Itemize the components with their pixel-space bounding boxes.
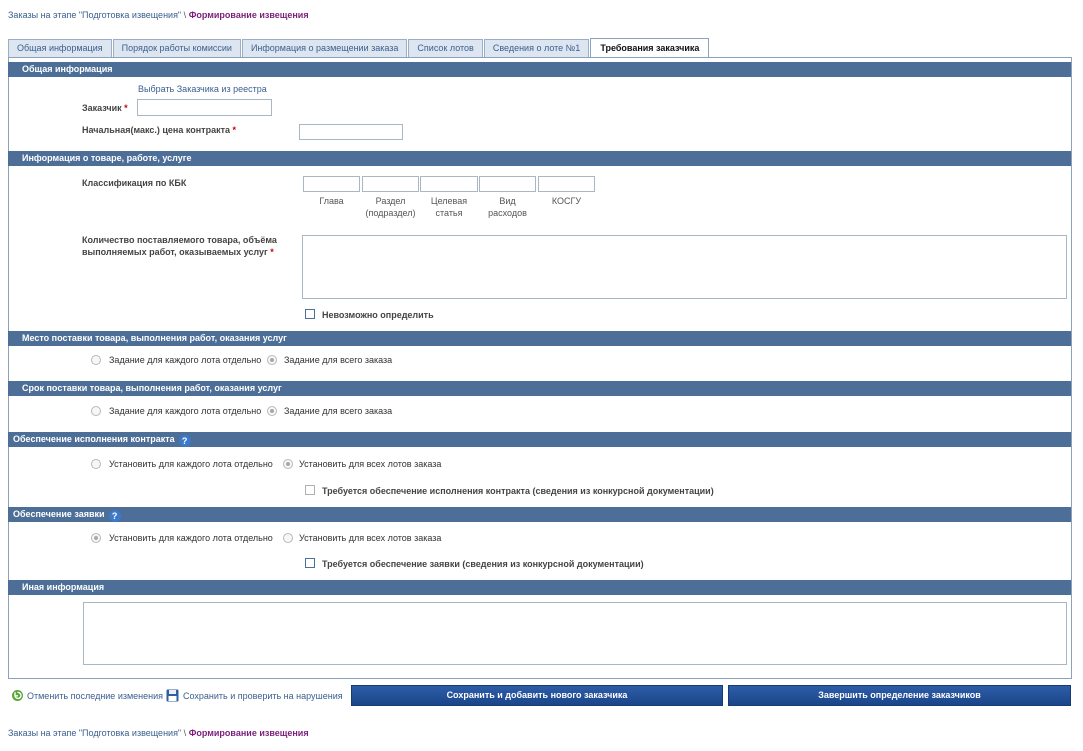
place-whole-order-label: Задание для всего заказа (284, 355, 393, 365)
help-icon[interactable]: ? (178, 435, 191, 447)
select-customer-link[interactable]: Выбрать Заказчика из реестра (138, 83, 267, 95)
customer-label: Заказчик * (82, 102, 128, 114)
tab-lot-1[interactable]: Сведения о лоте №1 (483, 39, 590, 58)
required-mark: * (232, 125, 237, 135)
quantity-label-text: Количество поставляемого товара, объёма … (82, 235, 277, 257)
term-per-lot-label: Задание для каждого лота отдельно (109, 406, 262, 416)
price-label-text: Начальная(макс.) цена контракта (82, 125, 231, 135)
contract-security-checkbox[interactable] (305, 485, 315, 495)
breadcrumb-separator: \ (183, 10, 187, 20)
contract-security-checkbox-label: Требуется обеспечение исполнения контрак… (322, 486, 714, 496)
kbk-section-input[interactable] (362, 176, 419, 192)
section-other-header: Иная информация (8, 580, 1071, 595)
bid-all-lots-radio[interactable] (283, 533, 293, 543)
place-per-lot-label: Задание для каждого лота отдельно (109, 355, 262, 365)
kbk-target-caption: Целевая статья (430, 196, 468, 218)
undefined-checkbox-label: Невозможно определить (322, 310, 434, 320)
section-general-header: Общая информация (8, 62, 1071, 77)
term-whole-order-radio[interactable] (267, 406, 277, 416)
required-mark: * (270, 247, 274, 257)
bid-security-checkbox[interactable] (305, 558, 315, 568)
bid-security-checkbox-label: Требуется обеспечение заявки (сведения и… (322, 559, 644, 569)
tab-customer-requirements[interactable]: Требования заказчика (590, 38, 710, 58)
save-and-check-link[interactable]: Сохранить и проверить на нарушения (183, 690, 343, 702)
breadcrumb-link[interactable]: Заказы на этапе "Подготовка извещения" (8, 10, 181, 20)
kbk-chapter-input[interactable] (303, 176, 360, 192)
bid-per-lot-label: Установить для каждого лота отдельно (109, 533, 273, 543)
other-info-textarea[interactable] (83, 602, 1067, 665)
breadcrumb-link[interactable]: Заказы на этапе "Подготовка извещения" (8, 728, 181, 738)
kbk-section-caption: Раздел (подраздел) (365, 196, 416, 218)
section-bid-security-header: Обеспечение заявки? (8, 507, 1071, 522)
tab-bar: Общая информация Порядок работы комиссии… (8, 38, 710, 58)
place-per-lot-radio[interactable] (91, 355, 101, 365)
finish-customers-button[interactable]: Завершить определение заказчиков (728, 685, 1071, 706)
kbk-kosgu-input[interactable] (538, 176, 595, 192)
section-bid-security-title: Обеспечение заявки (13, 509, 105, 519)
required-mark: * (124, 103, 128, 113)
quantity-textarea[interactable] (302, 235, 1067, 299)
contract-per-lot-label: Установить для каждого лота отдельно (109, 459, 273, 469)
term-whole-order-label: Задание для всего заказа (284, 406, 393, 416)
save-and-add-customer-button[interactable]: Сохранить и добавить нового заказчика (351, 685, 723, 706)
undo-icon[interactable] (11, 689, 24, 702)
floppy-disk-icon[interactable] (166, 689, 179, 702)
breadcrumb-separator: \ (183, 728, 187, 738)
breadcrumb-bottom: Заказы на этапе "Подготовка извещения" \… (8, 728, 309, 738)
tab-lot-list[interactable]: Список лотов (408, 39, 483, 58)
place-whole-order-radio[interactable] (267, 355, 277, 365)
kbk-chapter-caption: Глава (319, 196, 344, 206)
price-label: Начальная(макс.) цена контракта * (82, 124, 236, 136)
undo-changes-link[interactable]: Отменить последние изменения (27, 690, 163, 702)
bid-all-lots-label: Установить для всех лотов заказа (299, 533, 442, 543)
section-goods-header: Информация о товаре, работе, услуге (8, 151, 1071, 166)
bid-per-lot-radio[interactable] (91, 533, 101, 543)
section-contract-security-header: Обеспечение исполнения контракта? (8, 432, 1071, 447)
quantity-label: Количество поставляемого товара, объёма … (82, 234, 292, 258)
tab-commission-order[interactable]: Порядок работы комиссии (112, 39, 241, 58)
section-contract-security-title: Обеспечение исполнения контракта (13, 434, 175, 444)
contract-all-lots-label: Установить для всех лотов заказа (299, 459, 442, 469)
tab-placement-info[interactable]: Информация о размещении заказа (241, 39, 408, 58)
breadcrumb-current: Формирование извещения (188, 10, 309, 20)
breadcrumb-current: Формирование извещения (188, 728, 309, 738)
kbk-expense-input[interactable] (479, 176, 536, 192)
kbk-kosgu-caption: КОСГУ (551, 196, 582, 206)
customer-input[interactable] (137, 99, 272, 116)
undefined-checkbox[interactable] (305, 309, 315, 319)
kbk-target-input[interactable] (420, 176, 478, 192)
contract-per-lot-radio[interactable] (91, 459, 101, 469)
price-input[interactable] (299, 124, 403, 140)
term-per-lot-radio[interactable] (91, 406, 101, 416)
help-icon[interactable]: ? (108, 510, 121, 522)
section-place-header: Место поставки товара, выполнения работ,… (8, 331, 1071, 346)
kbk-label: Классификация по КБК (82, 178, 187, 188)
contract-all-lots-radio[interactable] (283, 459, 293, 469)
tab-general-info[interactable]: Общая информация (8, 39, 112, 58)
kbk-expense-caption: Вид расходов (488, 196, 527, 218)
section-term-header: Срок поставки товара, выполнения работ, … (8, 381, 1071, 396)
breadcrumb-top: Заказы на этапе "Подготовка извещения" \… (8, 10, 309, 20)
customer-label-text: Заказчик (82, 103, 122, 113)
